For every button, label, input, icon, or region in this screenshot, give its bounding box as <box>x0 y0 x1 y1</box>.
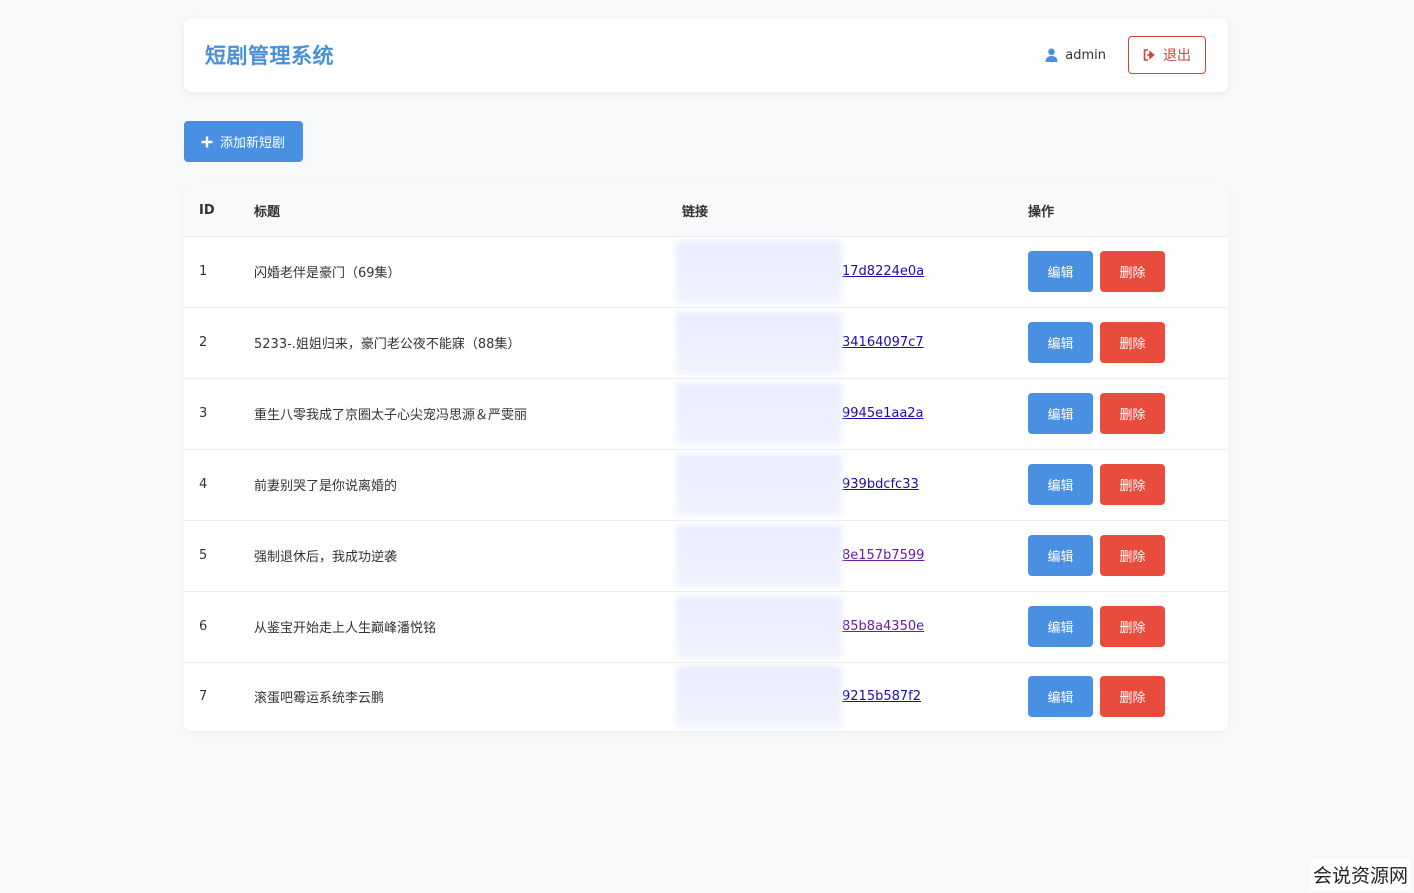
drama-table-card: ID 标题 链接 操作 1 闪婚老伴是豪门（69集） 17d8224e0a 编辑… <box>184 186 1228 731</box>
redacted-link-prefix <box>676 240 842 303</box>
add-drama-button[interactable]: 添加新短剧 <box>184 121 304 162</box>
row-link[interactable]: 8e157b7599 <box>842 548 924 563</box>
row-title: 重生八零我成了京圈太子心尖宠冯思源＆严雯丽 <box>254 378 682 450</box>
current-user: admin <box>1045 48 1106 63</box>
row-link-cell: 8e157b7599 <box>676 520 1028 592</box>
table-row: 3 重生八零我成了京圈太子心尖宠冯思源＆严雯丽 9945e1aa2a 编辑 删除 <box>184 378 1228 450</box>
edit-button[interactable]: 编辑 <box>1028 251 1093 292</box>
sign-out-icon <box>1143 49 1155 61</box>
row-id: 5 <box>184 520 254 592</box>
page-container: 短剧管理系统 admin 退出 添加新短剧 ID 标题 链接 操作 1 闪婚老伴… <box>184 18 1228 731</box>
user-icon <box>1045 48 1058 62</box>
row-actions: 编辑 删除 <box>1028 307 1228 379</box>
redacted-link-prefix <box>676 382 842 445</box>
add-drama-label: 添加新短剧 <box>220 136 286 151</box>
delete-button[interactable]: 删除 <box>1100 393 1165 434</box>
row-id: 2 <box>184 307 254 379</box>
table-header-row: ID 标题 链接 操作 <box>184 186 1228 237</box>
edit-button[interactable]: 编辑 <box>1028 393 1093 434</box>
row-title: 5233-.姐姐归来，豪门老公夜不能寐（88集） <box>254 307 682 379</box>
table-row: 2 5233-.姐姐归来，豪门老公夜不能寐（88集） 34164097c7 编辑… <box>184 307 1228 379</box>
edit-button[interactable]: 编辑 <box>1028 676 1093 718</box>
edit-button[interactable]: 编辑 <box>1028 535 1093 576</box>
row-link-cell: 9945e1aa2a <box>676 378 1028 450</box>
row-link[interactable]: 939bdcfc33 <box>842 477 919 492</box>
row-link[interactable]: 85b8a4350e <box>842 619 924 634</box>
plus-icon <box>201 136 213 147</box>
row-id: 1 <box>184 236 254 308</box>
logout-label: 退出 <box>1163 48 1191 64</box>
delete-button[interactable]: 删除 <box>1100 535 1165 576</box>
column-header-actions: 操作 <box>1028 186 1228 237</box>
top-header: 短剧管理系统 admin 退出 <box>184 18 1228 92</box>
row-link[interactable]: 17d8224e0a <box>842 264 924 279</box>
row-title: 强制退休后，我成功逆袭 <box>254 520 682 592</box>
delete-button[interactable]: 删除 <box>1100 676 1165 718</box>
drama-table: ID 标题 链接 操作 1 闪婚老伴是豪门（69集） 17d8224e0a 编辑… <box>184 186 1228 731</box>
row-id: 4 <box>184 449 254 521</box>
row-link-cell: 17d8224e0a <box>676 236 1028 308</box>
row-link-cell: 939bdcfc33 <box>676 449 1028 521</box>
row-id: 3 <box>184 378 254 450</box>
row-id: 6 <box>184 591 254 663</box>
row-link[interactable]: 34164097c7 <box>842 335 924 350</box>
redacted-link-prefix <box>676 524 842 587</box>
username: admin <box>1065 47 1106 63</box>
edit-button[interactable]: 编辑 <box>1028 464 1093 505</box>
table-row: 5 强制退休后，我成功逆袭 8e157b7599 编辑 删除 <box>184 520 1228 592</box>
redacted-link-prefix <box>676 665 842 728</box>
column-header-link: 链接 <box>682 186 1028 237</box>
logout-button[interactable]: 退出 <box>1128 36 1206 74</box>
row-actions: 编辑 删除 <box>1028 662 1228 731</box>
user-area: admin 退出 <box>1045 36 1206 74</box>
row-link-cell: 85b8a4350e <box>676 591 1028 663</box>
row-title: 前妻别哭了是你说离婚的 <box>254 449 682 521</box>
site-watermark: 会说资源网 <box>1310 859 1410 890</box>
table-row: 4 前妻别哭了是你说离婚的 939bdcfc33 编辑 删除 <box>184 449 1228 521</box>
delete-button[interactable]: 删除 <box>1100 464 1165 505</box>
delete-button[interactable]: 删除 <box>1100 322 1165 363</box>
row-link[interactable]: 9215b587f2 <box>842 689 921 704</box>
redacted-link-prefix <box>676 453 842 516</box>
row-actions: 编辑 删除 <box>1028 449 1228 521</box>
row-id: 7 <box>199 689 208 705</box>
row-link-cell: 34164097c7 <box>676 307 1028 379</box>
row-link[interactable]: 9945e1aa2a <box>842 406 924 421</box>
column-header-id: ID <box>184 186 254 237</box>
delete-button[interactable]: 删除 <box>1100 251 1165 292</box>
row-title: 滚蛋吧霉运系统李云鹏 <box>254 691 385 707</box>
row-actions: 编辑 删除 <box>1028 236 1228 308</box>
edit-button[interactable]: 编辑 <box>1028 322 1093 363</box>
redacted-link-prefix <box>676 595 842 658</box>
table-row: 1 闪婚老伴是豪门（69集） 17d8224e0a 编辑 删除 <box>184 236 1228 308</box>
app-title: 短剧管理系统 <box>205 44 334 68</box>
table-row: 6 从鉴宝开始走上人生巅峰潘悦铭 85b8a4350e 编辑 删除 <box>184 591 1228 663</box>
delete-button[interactable]: 删除 <box>1100 606 1165 647</box>
row-link-cell: 9215b587f2 <box>676 662 1028 731</box>
edit-button[interactable]: 编辑 <box>1028 606 1093 647</box>
row-actions: 编辑 删除 <box>1028 520 1228 592</box>
redacted-link-prefix <box>676 311 842 374</box>
column-header-title: 标题 <box>254 186 682 237</box>
table-row: 7 滚蛋吧霉运系统李云鹏 9215b587f2 编辑 删除 <box>184 662 1228 731</box>
row-actions: 编辑 删除 <box>1028 591 1228 663</box>
row-actions: 编辑 删除 <box>1028 378 1228 450</box>
row-title: 闪婚老伴是豪门（69集） <box>254 236 682 308</box>
row-title: 从鉴宝开始走上人生巅峰潘悦铭 <box>254 591 682 663</box>
